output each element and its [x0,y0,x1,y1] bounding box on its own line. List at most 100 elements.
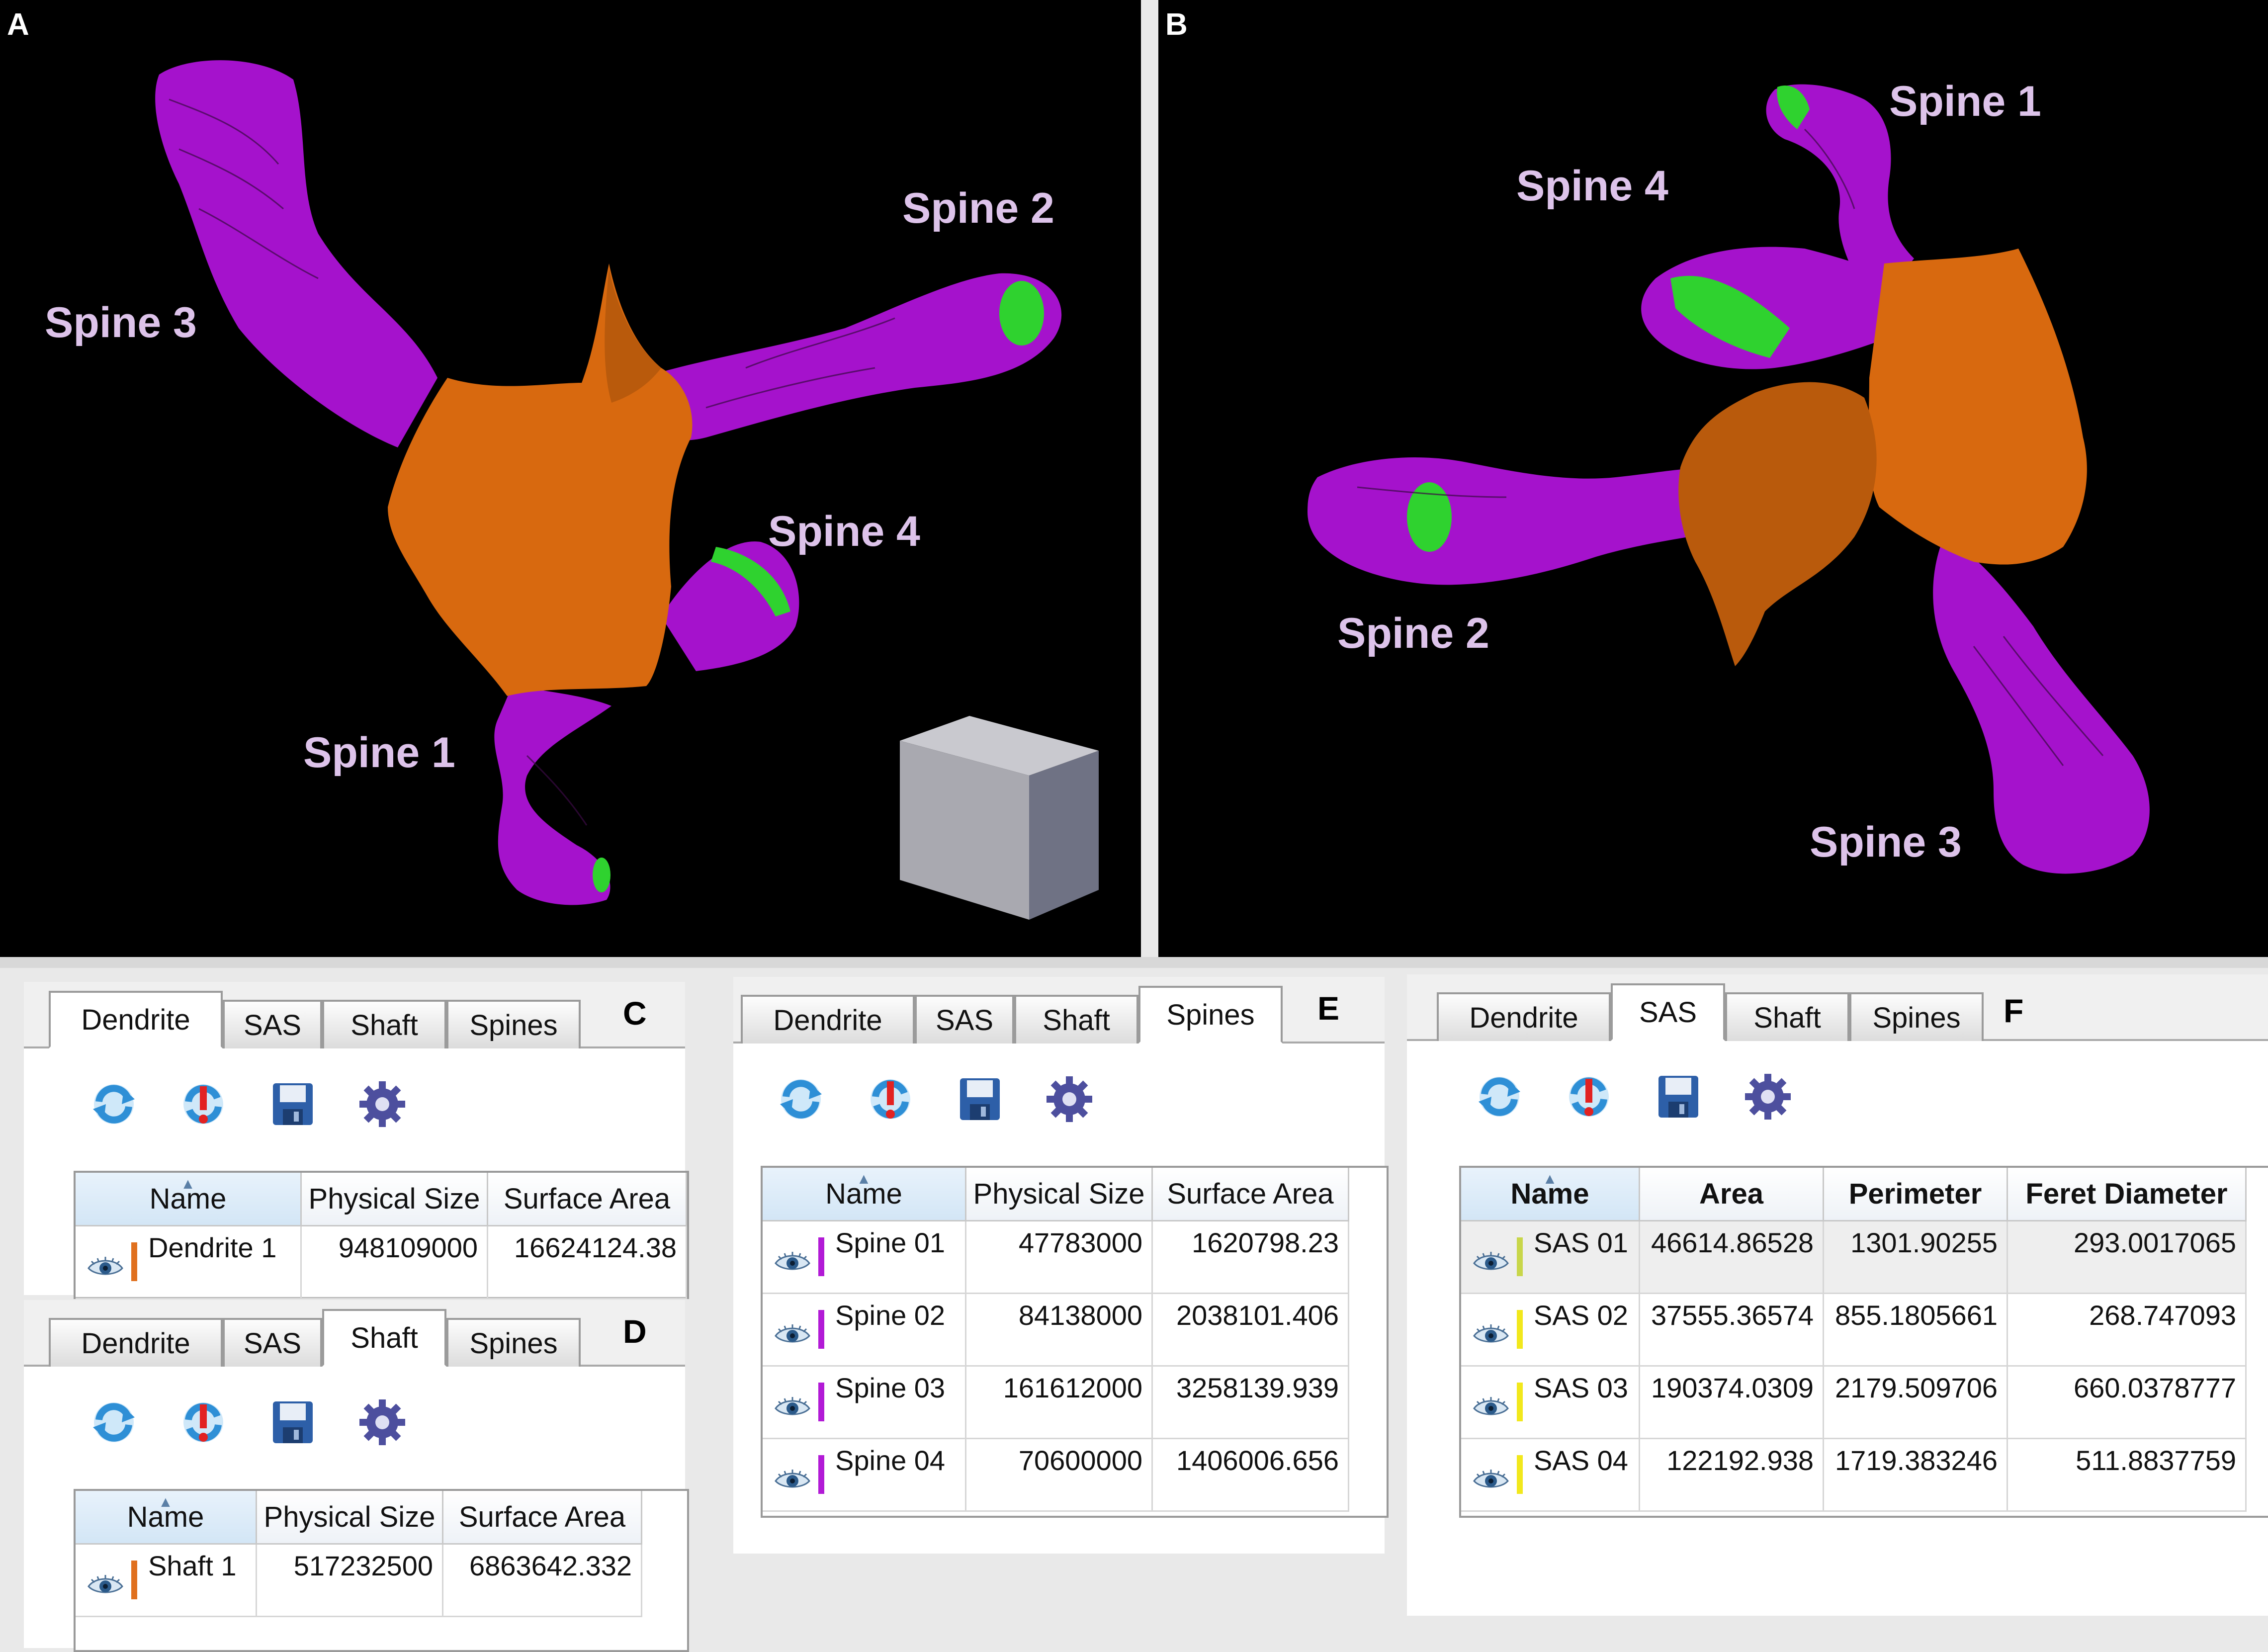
render-view-b[interactable]: B Spine 1 Spine 4 Spine 2 Spine 3 [1158,0,2268,957]
eye-visibility-icon[interactable] [87,1253,124,1281]
render-view-a[interactable]: A Spine 3 Spine 2 Spine 4 Spine 1 [0,0,1141,957]
color-swatch[interactable] [818,1455,824,1494]
table-row[interactable]: Spine 04 70600000 1406006.656 [763,1439,1349,1512]
area-cell: 122192.938 [1640,1439,1824,1512]
spine-label-4: Spine 4 [1516,162,1668,210]
refresh-icon[interactable] [86,1394,142,1450]
area-cell: 190374.0309 [1640,1367,1824,1439]
feret-diameter-cell: 660.0378777 [2008,1367,2247,1439]
tab-sas[interactable]: SAS [1611,983,1725,1041]
column-header-perimeter[interactable]: Perimeter [1824,1168,2008,1221]
tab-strip: Dendrite SAS Shaft Spines [24,982,685,1048]
eye-visibility-icon[interactable] [1472,1466,1510,1494]
color-swatch[interactable] [818,1310,824,1349]
tab-spines[interactable]: Spines [1138,986,1283,1043]
eye-visibility-icon[interactable] [1472,1321,1510,1349]
eye-visibility-icon[interactable] [774,1321,811,1349]
surface-area-cell: 3258139.939 [1153,1367,1349,1439]
settings-gear-icon[interactable] [354,1394,410,1450]
save-icon[interactable] [952,1071,1008,1127]
column-header-surface-area[interactable]: Surface Area [443,1491,642,1545]
panel-c-dendrite: Dendrite SAS Shaft Spines C ▲ Name Physic… [24,982,689,1299]
refresh-icon[interactable] [773,1071,829,1127]
table-row[interactable]: SAS 02 37555.36574 855.1805661 268.74709… [1461,1294,2247,1367]
tab-dendrite[interactable]: Dendrite [1437,992,1611,1041]
tab-dendrite[interactable]: Dendrite [49,1318,223,1367]
refresh-error-icon[interactable] [1561,1069,1617,1125]
color-swatch[interactable] [1517,1310,1523,1349]
perimeter-cell: 1301.90255 [1824,1221,2008,1294]
refresh-error-icon[interactable] [175,1076,231,1132]
area-cell: 37555.36574 [1640,1294,1824,1367]
tab-dendrite[interactable]: Dendrite [49,991,223,1048]
color-swatch[interactable] [1517,1383,1523,1421]
tab-shaft[interactable]: Shaft [1725,992,1849,1041]
eye-visibility-icon[interactable] [87,1571,124,1599]
name-cell: Dendrite 1 [76,1226,302,1299]
column-header-name[interactable]: ▲ Name [76,1173,302,1226]
tab-spines[interactable]: Spines [1849,992,1984,1041]
spine-label-2: Spine 2 [1337,609,1489,657]
eye-visibility-icon[interactable] [774,1393,811,1421]
table-row[interactable]: Spine 03 161612000 3258139.939 [763,1367,1349,1439]
refresh-icon[interactable] [86,1076,142,1132]
column-header-surface-area[interactable]: Surface Area [1153,1168,1349,1221]
name-cell: Spine 02 [763,1294,966,1367]
panel-letter-e: E [1317,990,1340,1027]
color-swatch[interactable] [1517,1237,1523,1276]
table-row[interactable]: Dendrite 1 948109000 16624124.38 [76,1226,687,1299]
divider [0,957,2268,968]
tab-spines[interactable]: Spines [446,1318,581,1367]
eye-visibility-icon[interactable] [774,1248,811,1276]
color-swatch[interactable] [131,1242,137,1281]
table-row[interactable]: Spine 02 84138000 2038101.406 [763,1294,1349,1367]
column-header-name[interactable]: ▲ Name [1461,1168,1640,1221]
tab-sas[interactable]: SAS [915,995,1014,1043]
save-icon[interactable] [1651,1069,1706,1125]
column-header-physical-size[interactable]: Physical Size [966,1168,1153,1221]
tab-shaft[interactable]: Shaft [322,1309,446,1367]
refresh-icon[interactable] [1472,1069,1527,1125]
column-header-surface-area[interactable]: Surface Area [488,1173,687,1226]
eye-visibility-icon[interactable] [1472,1393,1510,1421]
settings-gear-icon[interactable] [354,1076,410,1132]
color-swatch[interactable] [818,1237,824,1276]
color-swatch[interactable] [1517,1455,1523,1494]
column-header-feret-diameter[interactable]: Feret Diameter [2008,1168,2247,1221]
panel-e-spines: Dendrite SAS Shaft Spines E ▲ Name Physic… [733,977,1389,1554]
color-swatch[interactable] [818,1383,824,1421]
table-row[interactable]: SAS 01 46614.86528 1301.90255 293.001706… [1461,1221,2247,1294]
refresh-error-icon[interactable] [175,1394,231,1450]
perimeter-cell: 855.1805661 [1824,1294,2008,1367]
table-row[interactable]: SAS 03 190374.0309 2179.509706 660.03787… [1461,1367,2247,1439]
settings-gear-icon[interactable] [1740,1069,1796,1125]
refresh-error-icon[interactable] [863,1071,918,1127]
save-icon[interactable] [265,1076,321,1132]
physical-size-cell: 84138000 [966,1294,1153,1367]
column-header-name[interactable]: ▲ Name [76,1491,257,1545]
tab-strip: Dendrite SAS Shaft Spines [1407,974,2268,1041]
color-swatch[interactable] [131,1561,137,1599]
tab-sas[interactable]: SAS [223,1000,322,1048]
save-icon[interactable] [265,1394,321,1450]
table-row[interactable]: SAS 04 122192.938 1719.383246 511.883775… [1461,1439,2247,1512]
spine-label-3: Spine 3 [1810,818,1962,866]
toolbar [24,1046,685,1151]
table-header: ▲ Name Physical Size Surface Area [76,1173,687,1226]
table-row[interactable]: Shaft 1 517232500 6863642.332 [76,1545,642,1617]
tab-dendrite[interactable]: Dendrite [741,995,915,1043]
tab-shaft[interactable]: Shaft [322,1000,446,1048]
column-header-name[interactable]: ▲ Name [763,1168,966,1221]
eye-visibility-icon[interactable] [1472,1248,1510,1276]
column-header-area[interactable]: Area [1640,1168,1824,1221]
toolbar [24,1365,685,1469]
tab-spines[interactable]: Spines [446,1000,581,1048]
tab-sas[interactable]: SAS [223,1318,322,1367]
tab-shaft[interactable]: Shaft [1014,995,1138,1043]
column-header-physical-size[interactable]: Physical Size [257,1491,443,1545]
eye-visibility-icon[interactable] [774,1466,811,1494]
settings-gear-icon[interactable] [1042,1071,1097,1127]
table-row[interactable]: Spine 01 47783000 1620798.23 [763,1221,1349,1294]
orientation-cube-icon[interactable] [895,711,1104,925]
column-header-physical-size[interactable]: Physical Size [302,1173,488,1226]
